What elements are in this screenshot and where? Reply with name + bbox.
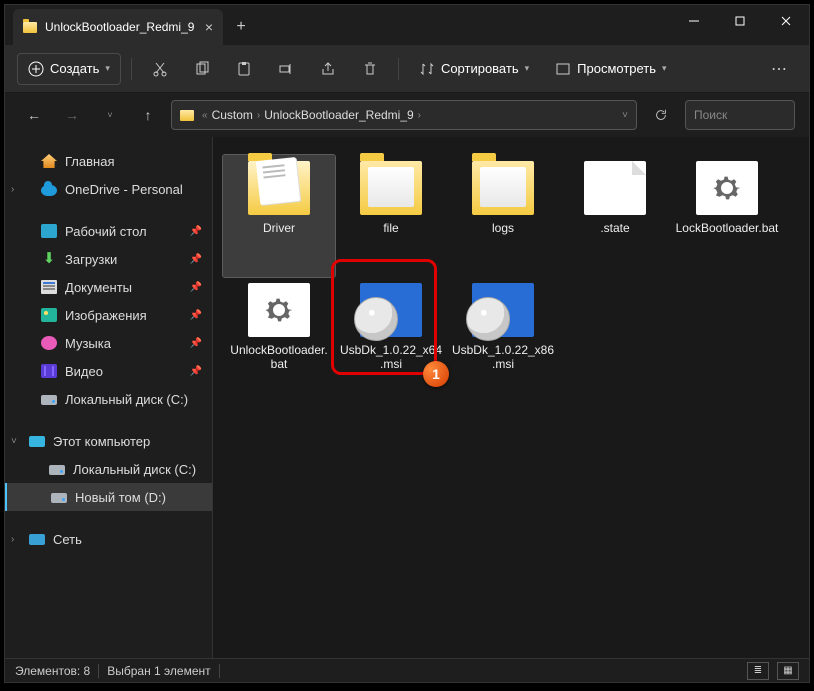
folder-icon [180,110,194,121]
recent-button[interactable]: ˅ [95,100,125,130]
create-label: Создать [50,61,99,76]
pin-icon: 📌 [190,282,202,293]
more-icon[interactable]: ⋯ [761,53,797,85]
create-button[interactable]: Создать ▾ [17,53,121,85]
file-grid[interactable]: Driver file logs .state LockBootloader.b… [213,137,809,658]
pin-icon: 📌 [190,338,202,349]
sidebar-downloads[interactable]: ⬇Загрузки📌 [5,245,212,273]
sidebar: Главная ›OneDrive - Personal Рабочий сто… [5,137,213,658]
file-item-bat[interactable]: UnlockBootloader.bat [223,277,335,399]
back-button[interactable]: ← [19,100,49,130]
refresh-button[interactable] [645,100,677,130]
search-input[interactable]: Поиск [685,100,795,130]
address-bar[interactable]: « Custom› UnlockBootloader_Redmi_9› ˅ [171,100,637,130]
close-tab-icon[interactable]: × [205,19,213,35]
file-item-bat[interactable]: LockBootloader.bat [671,155,783,277]
status-selected: Выбран 1 элемент [107,664,210,678]
delete-icon[interactable] [352,53,388,85]
installer-icon [472,283,534,337]
sidebar-pictures[interactable]: Изображения📌 [5,301,212,329]
pin-icon: 📌 [190,366,202,377]
file-icon [584,161,646,215]
chevron-icon: « [202,110,208,121]
folder-icon [360,161,422,215]
view-button[interactable]: Просмотреть ▾ [545,53,676,85]
grid-view-button[interactable]: ▦ [777,662,799,680]
view-label: Просмотреть [577,61,656,76]
share-icon[interactable] [310,53,346,85]
status-count: Элементов: 8 [15,664,90,678]
callout-badge: 1 [423,361,449,387]
file-item[interactable]: .state [559,155,671,277]
folder-icon [248,161,310,215]
pin-icon: 📌 [190,226,202,237]
sidebar-drive-c2[interactable]: Локальный диск (C:) [5,455,212,483]
folder-icon [23,22,37,33]
gear-icon [248,283,310,337]
details-view-button[interactable]: ≣ [747,662,769,680]
explorer-window: UnlockBootloader_Redmi_9 × + Создать ▾ [4,4,810,683]
sidebar-drive-d[interactable]: Новый том (D:) [5,483,212,511]
folder-icon [472,161,534,215]
download-icon: ⬇ [41,252,57,266]
file-item-folder[interactable]: file [335,155,447,277]
rename-icon[interactable] [268,53,304,85]
gear-icon [696,161,758,215]
installer-icon [360,283,422,337]
pin-icon: 📌 [190,254,202,265]
maximize-button[interactable] [717,5,763,37]
close-button[interactable] [763,5,809,37]
window-tab[interactable]: UnlockBootloader_Redmi_9 × [13,9,223,45]
pin-icon: 📌 [190,310,202,321]
breadcrumb-seg[interactable]: Custom› [212,108,261,122]
status-bar: Элементов: 8 Выбран 1 элемент ≣ ▦ [5,658,809,682]
nav-row: ← → ˅ ↑ « Custom› UnlockBootloader_Redmi… [5,93,809,137]
forward-button[interactable]: → [57,100,87,130]
sort-button[interactable]: Сортировать ▾ [409,53,539,85]
file-item-folder[interactable]: Driver [223,155,335,277]
titlebar: UnlockBootloader_Redmi_9 × + [5,5,809,45]
new-tab-button[interactable]: + [223,9,259,45]
sidebar-music[interactable]: Музыка📌 [5,329,212,357]
paste-icon[interactable] [226,53,262,85]
sidebar-desktop[interactable]: Рабочий стол📌 [5,217,212,245]
sidebar-video[interactable]: Видео📌 [5,357,212,385]
sidebar-onedrive[interactable]: ›OneDrive - Personal [5,175,212,203]
file-item-folder[interactable]: logs [447,155,559,277]
sort-label: Сортировать [441,61,519,76]
cut-icon[interactable] [142,53,178,85]
sidebar-documents[interactable]: Документы📌 [5,273,212,301]
sidebar-network[interactable]: ›Сеть [5,525,212,553]
up-button[interactable]: ↑ [133,100,163,130]
chevron-down-icon[interactable]: ˅ [622,110,628,121]
minimize-button[interactable] [671,5,717,37]
sidebar-home[interactable]: Главная [5,147,212,175]
sidebar-this-pc[interactable]: ˅Этот компьютер [5,427,212,455]
tab-title: UnlockBootloader_Redmi_9 [45,20,194,34]
sidebar-drive-c[interactable]: Локальный диск (C:) [5,385,212,413]
toolbar: Создать ▾ Сортировать ▾ Просмотреть ▾ ⋯ [5,45,809,93]
breadcrumb-seg[interactable]: UnlockBootloader_Redmi_9› [264,108,421,122]
file-item-msi-x86[interactable]: UsbDk_1.0.22_x86.msi [447,277,559,399]
copy-icon[interactable] [184,53,220,85]
